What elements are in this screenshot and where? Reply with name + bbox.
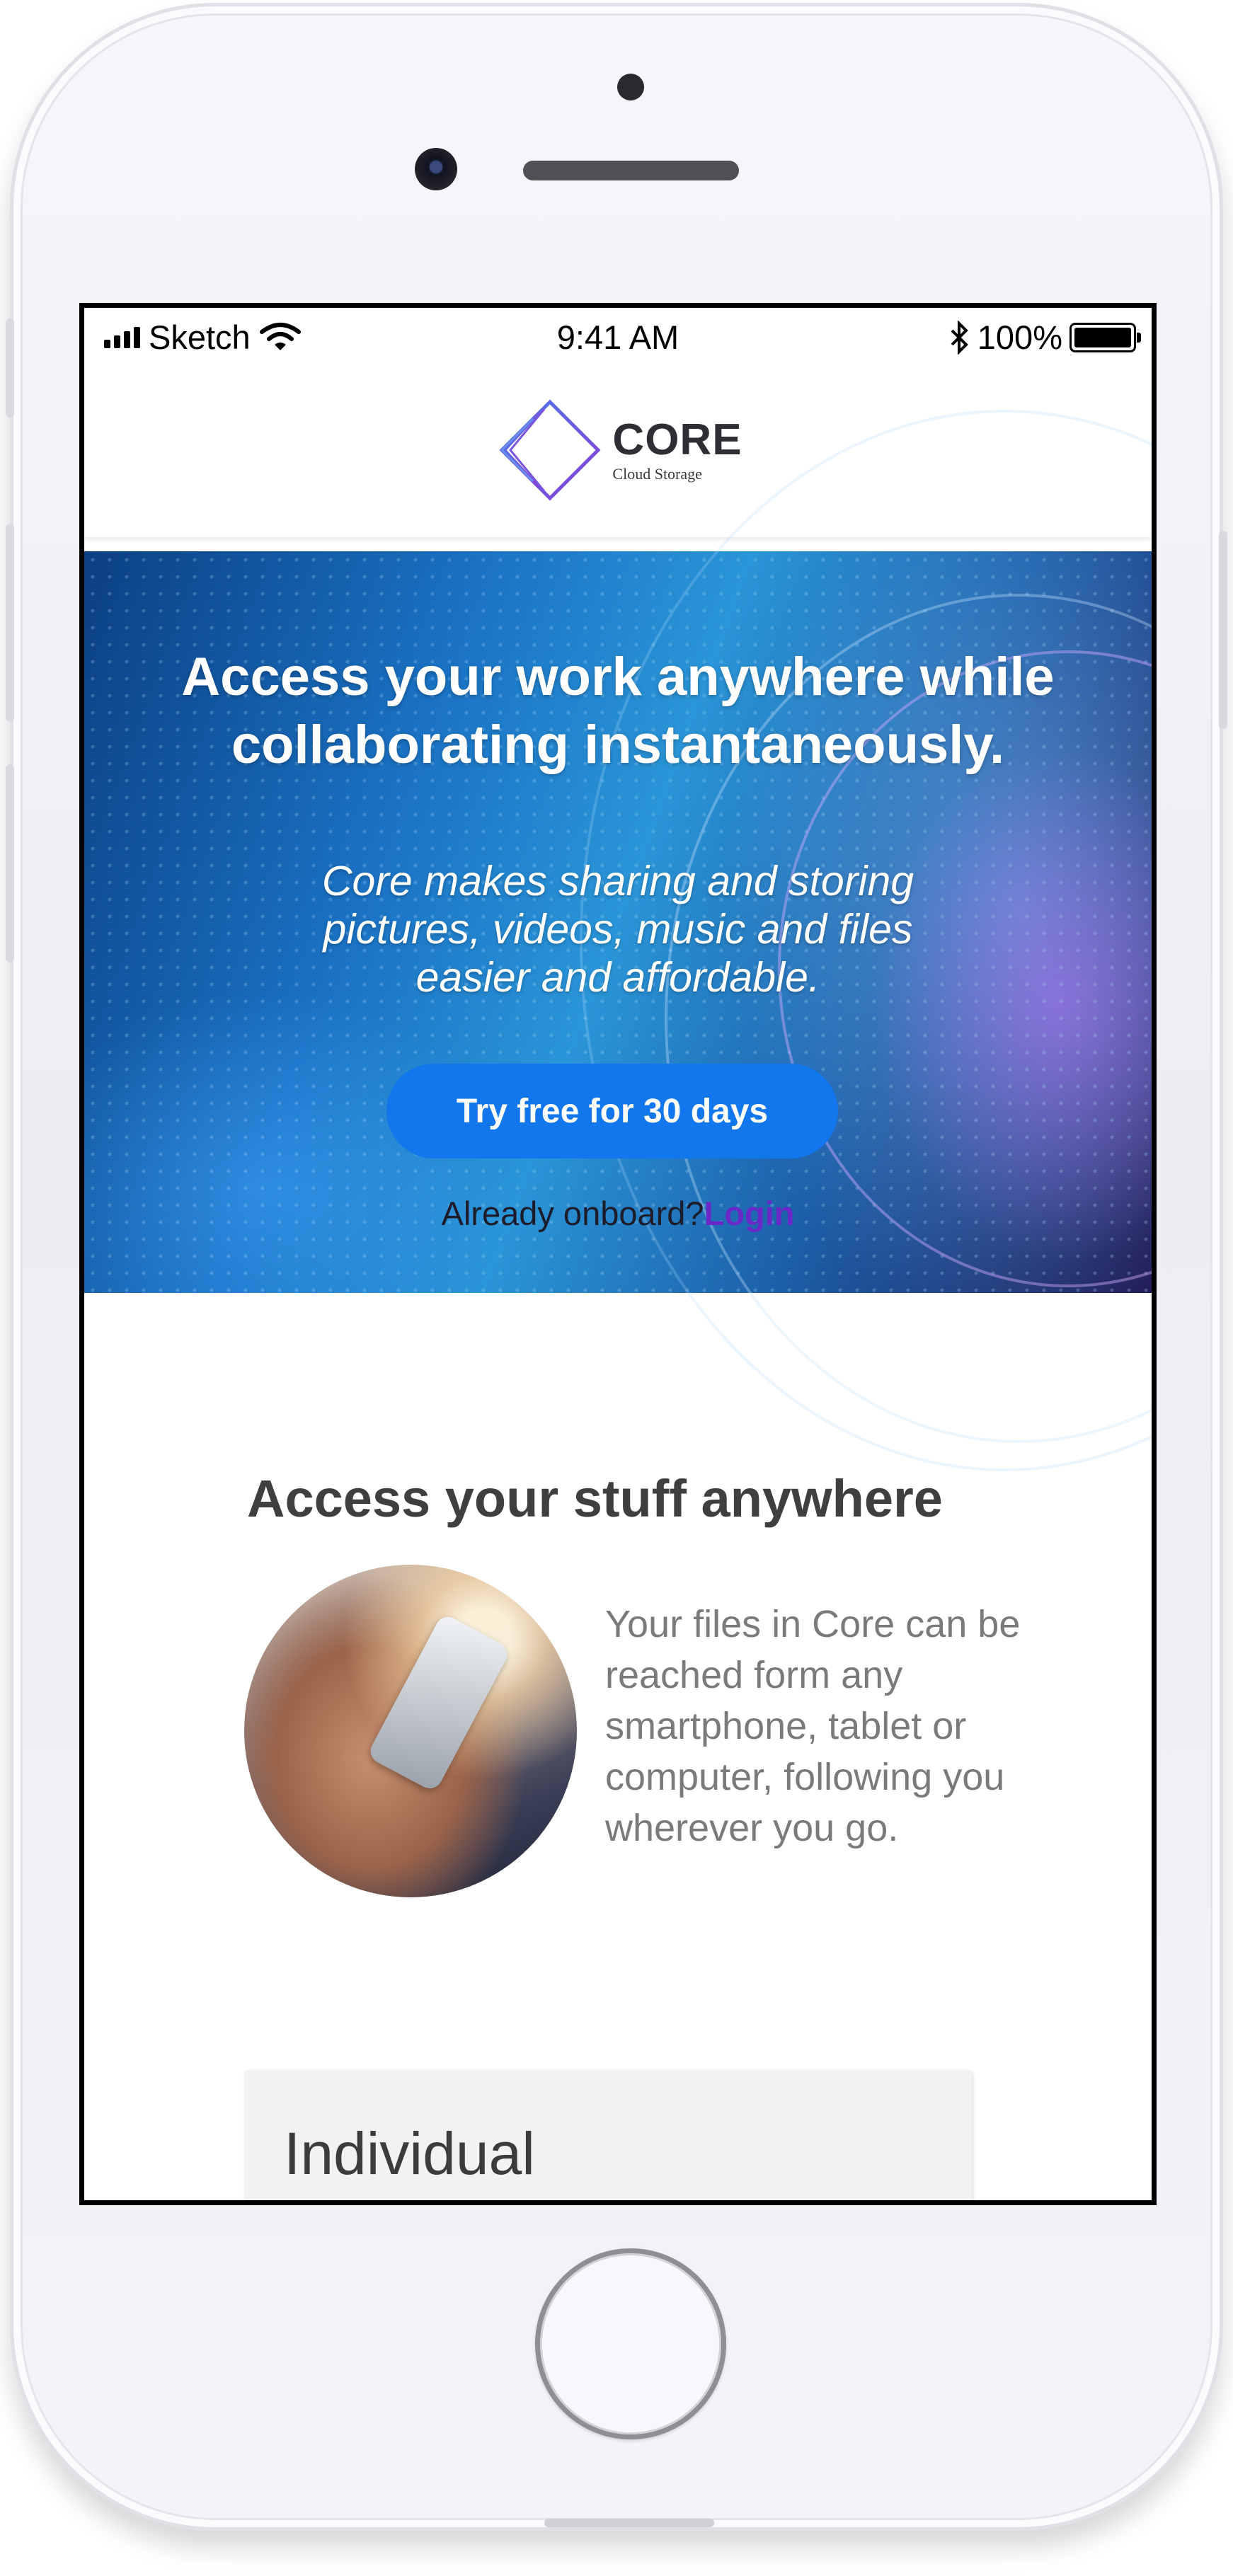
hero-subtitle: Core makes sharing and storing pictures,…: [321, 858, 914, 1001]
logo-title: CORE: [612, 415, 742, 464]
volume-up-button[interactable]: [6, 524, 14, 722]
proximity-sensor: [617, 74, 644, 100]
earpiece-speaker: [523, 161, 739, 180]
status-right: 100%: [949, 318, 1141, 357]
phone-in-hand: [366, 1612, 512, 1793]
home-button[interactable]: [535, 2248, 726, 2439]
mute-switch[interactable]: [6, 318, 14, 418]
pricing-card-individual[interactable]: Individual: [244, 2070, 972, 2200]
hand-phone-image: [244, 1565, 577, 1897]
battery-icon: [1069, 322, 1141, 352]
onboard-text: Already onboard?: [441, 1195, 704, 1232]
onboard-line: Already onboard?Login: [84, 1194, 1152, 1233]
phone-screen: Sketch 9:41 AM 100% CORE Cloud Storage A…: [79, 303, 1157, 2205]
battery-fill: [1074, 327, 1131, 347]
power-button[interactable]: [1219, 531, 1227, 729]
hero-banner: Access your work anywhere while collabor…: [84, 410, 1152, 1471]
hero-title: Access your work anywhere while collabor…: [181, 647, 1055, 775]
logo[interactable]: CORE Cloud Storage: [493, 393, 742, 507]
pricing-card-title: Individual: [284, 2120, 535, 2187]
diamond-logo-icon: [499, 399, 601, 501]
features-title: Access your stuff anywhere: [247, 1469, 943, 1528]
login-link[interactable]: Login: [704, 1195, 795, 1232]
try-free-button[interactable]: Try free for 30 days: [386, 1064, 838, 1158]
volume-down-button[interactable]: [6, 764, 14, 962]
status-bar: Sketch 9:41 AM 100%: [84, 308, 1152, 363]
bluetooth-icon: [951, 320, 968, 355]
battery-percent: 100%: [977, 318, 1062, 356]
logo-text: CORE Cloud Storage: [612, 418, 742, 482]
logo-subtitle: Cloud Storage: [612, 465, 702, 483]
front-camera: [415, 148, 457, 190]
features-description: Your files in Core can be reached form a…: [605, 1603, 1021, 1849]
bottom-edge: [544, 2519, 714, 2527]
